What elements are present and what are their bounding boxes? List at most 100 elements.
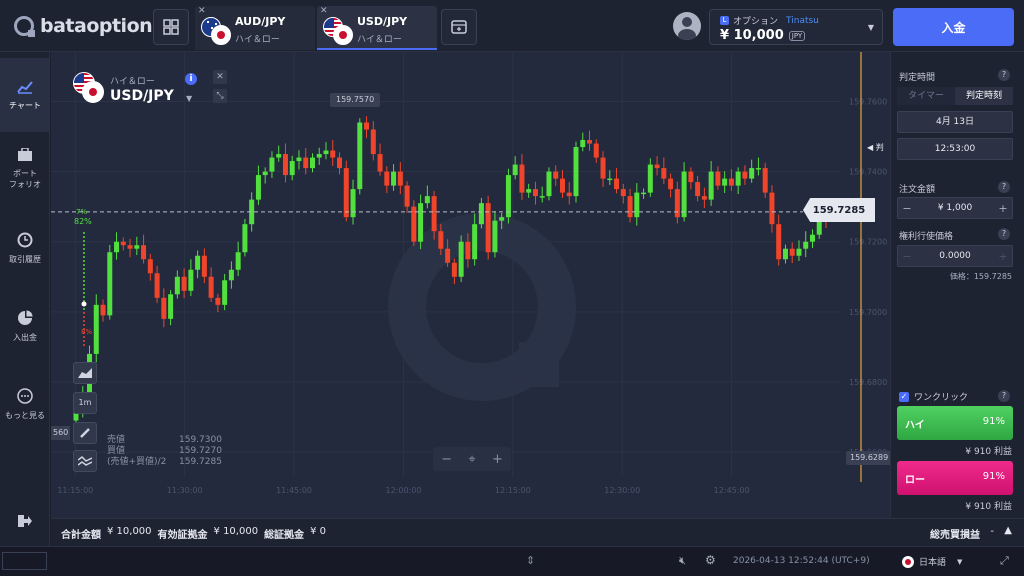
nav-history[interactable]: 取引履歴 xyxy=(0,232,50,265)
gear-icon[interactable]: ⚙ xyxy=(705,553,716,567)
tab-audjpy[interactable]: ✕ AUD/JPY ハイ＆ロー xyxy=(195,6,315,50)
oneclick-toggle[interactable]: ✓ ワンクリック xyxy=(899,390,968,403)
candle-body xyxy=(587,140,593,144)
candle-body xyxy=(735,171,741,186)
amount-value[interactable]: ¥ 1,000 xyxy=(916,203,994,213)
candle-body xyxy=(715,171,721,186)
y-tick-label: 159.7400 xyxy=(849,168,887,177)
tab-pair: USD/JPY xyxy=(357,15,408,28)
expiry-date-select[interactable]: 4月 13日 xyxy=(897,111,1013,133)
drawing-button[interactable] xyxy=(73,422,97,444)
candle-body xyxy=(445,248,451,263)
candle-body xyxy=(607,178,613,181)
candle-body xyxy=(289,161,295,176)
asset-grid-button[interactable] xyxy=(153,9,189,45)
x-tick-label: 12:15:00 xyxy=(495,486,531,495)
candle-body xyxy=(782,248,788,260)
crosshair-icon[interactable]: ⌖ xyxy=(468,452,475,467)
chevron-down-icon: ▼ xyxy=(186,94,193,103)
expiry-time-select[interactable]: 12:53:00 xyxy=(897,138,1013,160)
candle-body xyxy=(472,224,478,260)
candle-body xyxy=(742,171,748,179)
mute-icon[interactable]: 🔇︎ xyxy=(679,554,686,568)
tab-timer[interactable]: タイマー xyxy=(897,87,955,105)
info-icon[interactable]: i xyxy=(185,73,197,85)
x-tick-label: 12:30:00 xyxy=(604,486,640,495)
buy-label: 買値 xyxy=(107,446,126,456)
close-chart-button[interactable]: ✕ xyxy=(213,70,227,84)
zoom-out-button[interactable]: − xyxy=(441,452,452,467)
server-time: 2026-04-13 12:52:44 (UTC+9) xyxy=(733,556,870,566)
candle-body xyxy=(512,164,518,176)
deposit-button[interactable]: 入金 xyxy=(893,8,1014,46)
nav-wallet[interactable]: 入出金 xyxy=(0,310,50,343)
nav-portfolio[interactable]: ポート フォリオ xyxy=(0,148,50,190)
help-icon[interactable]: ? xyxy=(998,228,1010,240)
more-icon xyxy=(17,388,33,404)
strike-stepper[interactable]: − 0.0000 + xyxy=(897,245,1013,267)
top-bar: bataoption ✕ AUD/JPY ハイ＆ロー ✕ USD/JPY ハイ＆… xyxy=(0,0,1024,52)
candle-body xyxy=(309,157,315,169)
candle-body xyxy=(566,192,572,197)
candle-body xyxy=(235,252,241,270)
nav-more[interactable]: もっと見る xyxy=(0,388,50,421)
expiry-title: 判定時間 xyxy=(899,73,936,83)
avatar[interactable] xyxy=(673,12,701,40)
strike-value[interactable]: 0.0000 xyxy=(916,251,994,261)
candle-body xyxy=(370,129,376,155)
indicators-button[interactable] xyxy=(73,450,97,472)
help-icon[interactable]: ? xyxy=(998,390,1010,402)
x-tick-label: 12:45:00 xyxy=(714,486,750,495)
candle-body xyxy=(661,168,667,179)
account-mode: オプション xyxy=(733,17,779,27)
checkbox-checked-icon[interactable]: ✓ xyxy=(899,391,909,402)
fullscreen-icon[interactable]: ⤡ xyxy=(213,89,227,103)
sell-label: 売値 xyxy=(107,435,126,445)
candle-body xyxy=(458,241,464,277)
fullscreen-icon[interactable]: ⤢ xyxy=(1000,554,1009,568)
decrease-strike-button[interactable]: − xyxy=(898,250,916,263)
close-tab-icon[interactable]: ✕ xyxy=(320,6,328,16)
timeframe-button[interactable]: 1m xyxy=(73,392,97,414)
candle-body xyxy=(107,252,113,316)
high-button[interactable]: ハイ 91% xyxy=(897,406,1013,440)
language-selector[interactable]: 日本語 ▼ xyxy=(902,555,962,568)
expand-icon[interactable]: ▲ xyxy=(1004,525,1012,536)
candle-body xyxy=(505,175,511,218)
close-tab-icon[interactable]: ✕ xyxy=(198,6,206,16)
left-edge-tag: 560 xyxy=(51,426,71,440)
decrease-amount-button[interactable]: − xyxy=(898,202,916,215)
y-tick-label: 159.7000 xyxy=(849,308,887,317)
candle-body xyxy=(526,189,532,193)
increase-amount-button[interactable]: + xyxy=(994,202,1012,215)
chart-area[interactable]: 159.7600 159.7400 159.7200 159.7000 159.6800… xyxy=(51,52,893,518)
help-icon[interactable]: ? xyxy=(998,181,1010,193)
strike-title: 権利行使価格 xyxy=(899,232,954,242)
indicator-icon xyxy=(77,456,93,466)
increase-strike-button[interactable]: + xyxy=(994,250,1012,263)
resize-handle-icon[interactable]: ⇕ xyxy=(526,554,535,567)
y-tick-label: 159.7600 xyxy=(849,97,887,106)
nav-logout[interactable] xyxy=(0,514,50,528)
option-badge-icon: L xyxy=(720,16,729,25)
amount-stepper[interactable]: − ¥ 1,000 + xyxy=(897,197,1013,219)
candle-body xyxy=(755,168,761,170)
nav-portfolio-label: ポート フォリオ xyxy=(9,169,41,189)
x-tick-label: 12:00:00 xyxy=(385,486,421,495)
footer-box[interactable] xyxy=(2,552,47,570)
add-tab-button[interactable] xyxy=(441,9,477,45)
chart-type-button[interactable] xyxy=(73,362,97,384)
margin-label: 有効証拠金 xyxy=(157,530,208,541)
account-selector[interactable]: L オプション Tinatsu ¥ 10,000 JPY ▼ xyxy=(709,9,883,45)
buy-value: 159.7270 xyxy=(179,446,222,456)
candle-body xyxy=(364,122,370,130)
candle-body xyxy=(465,241,471,260)
help-icon[interactable]: ? xyxy=(998,69,1010,81)
tab-usdjpy[interactable]: ✕ USD/JPY ハイ＆ロー xyxy=(317,6,437,50)
brand-logo[interactable]: bataoption xyxy=(14,14,153,38)
tab-expiry-time[interactable]: 判定時刻 xyxy=(955,87,1013,105)
low-button[interactable]: ロー 91% xyxy=(897,461,1013,495)
nav-chart[interactable]: チャート xyxy=(0,58,50,132)
zoom-in-button[interactable]: + xyxy=(492,452,503,467)
trade-panel: 判定時間 ? タイマー 判定時刻 4月 13日 12:53:00 注文金額 ? … xyxy=(890,52,1024,518)
